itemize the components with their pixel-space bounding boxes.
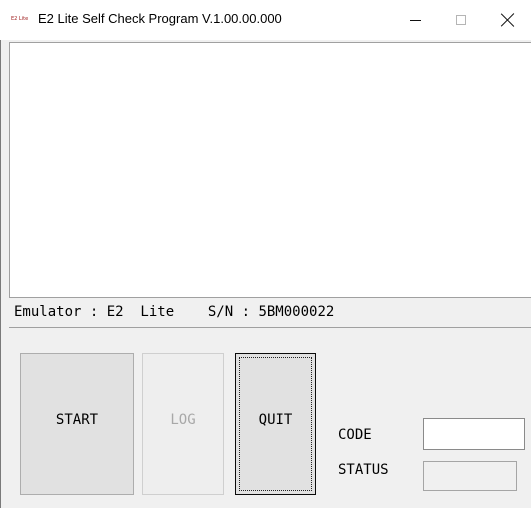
code-label: CODE xyxy=(338,427,372,443)
minimize-icon xyxy=(409,19,421,21)
quit-button-label: QUIT xyxy=(258,412,293,428)
emulator-label: Emulator : xyxy=(14,304,107,320)
close-icon xyxy=(501,13,515,27)
serial-number-label: S/N : xyxy=(207,304,259,320)
code-field[interactable] xyxy=(423,418,525,450)
serial-number-value: 5BM000022 xyxy=(258,304,335,320)
log-button[interactable]: LOG xyxy=(142,353,224,495)
quit-button[interactable]: QUIT xyxy=(235,353,316,495)
start-button-label: START xyxy=(55,412,99,428)
maximize-icon xyxy=(456,15,466,25)
emulator-value: E2 Lite xyxy=(106,304,175,320)
window-title: E2 Lite Self Check Program V.1.00.00.000 xyxy=(38,11,282,26)
divider xyxy=(9,327,531,328)
emulator-info: Emulator : E2 Lite S/N : 5BM000022 xyxy=(14,304,334,320)
app-icon: E2 Lite xyxy=(11,16,29,22)
start-button[interactable]: START xyxy=(20,353,134,495)
status-label: STATUS xyxy=(338,462,389,478)
info-spacer xyxy=(174,304,208,320)
window-border xyxy=(0,40,1,508)
maximize-button[interactable] xyxy=(438,0,484,40)
log-button-label: LOG xyxy=(170,412,196,428)
close-button[interactable] xyxy=(485,0,531,40)
minimize-button[interactable] xyxy=(392,0,438,40)
status-field xyxy=(423,461,517,491)
app-window: E2 Lite E2 Lite Self Check Program V.1.0… xyxy=(0,0,531,508)
log-output-area[interactable] xyxy=(9,42,531,298)
title-bar[interactable]: E2 Lite E2 Lite Self Check Program V.1.0… xyxy=(0,0,531,40)
